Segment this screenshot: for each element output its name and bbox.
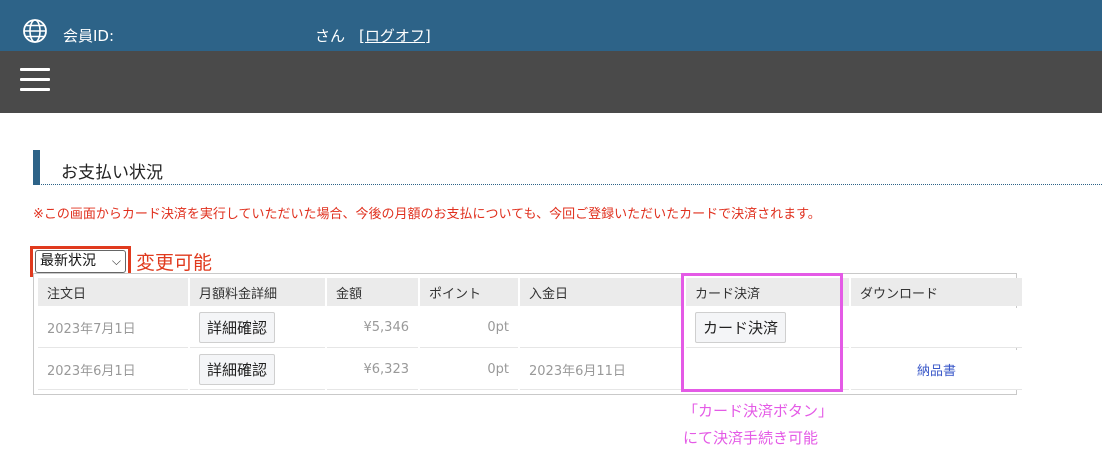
table-row: 2023年6月1日 詳細確認 ¥6,323 0pt 2023年6月11日 納品書 <box>38 350 1022 390</box>
hamburger-menu-icon[interactable] <box>20 68 50 92</box>
navigation-bar <box>0 51 1102 113</box>
points: 0pt <box>420 308 518 348</box>
col-header-points: ポイント <box>420 278 518 306</box>
points: 0pt <box>420 350 518 390</box>
logoff-link[interactable]: [ログオフ] <box>359 25 431 46</box>
download-cell <box>851 308 1022 348</box>
detail-button[interactable]: 詳細確認 <box>199 354 276 385</box>
download-cell: 納品書 <box>851 350 1022 390</box>
filter-annotation: 変更可能 <box>136 252 213 274</box>
col-header-amount: 金額 <box>327 278 418 306</box>
col-header-download: ダウンロード <box>851 278 1022 306</box>
status-filter-value: 最新状況 <box>40 253 96 269</box>
page-title: お支払い状況 <box>61 163 163 183</box>
paid-date: 2023年6月11日 <box>520 350 684 390</box>
top-header-bar: 会員ID: さん [ログオフ] <box>0 0 1102 51</box>
chevron-down-icon: ⌵ <box>111 254 121 268</box>
detail-cell: 詳細確認 <box>190 350 325 390</box>
amount: ¥6,323 <box>327 350 418 390</box>
status-filter-select[interactable]: 最新状況 ⌵ <box>35 250 126 273</box>
payment-notice: ※この画面からカード決済を実行していただいた場合、今後の月額のお支払についても、… <box>33 207 821 222</box>
col-header-order-date: 注文日 <box>38 278 188 306</box>
payment-table: 注文日 月額料金詳細 金額 ポイント 入金日 カード決済 ダウンロード 2023… <box>36 276 1024 392</box>
detail-button[interactable]: 詳細確認 <box>199 312 276 343</box>
invoice-link[interactable]: 納品書 <box>917 364 956 379</box>
globe-icon[interactable] <box>22 18 48 44</box>
order-date: 2023年6月1日 <box>38 350 188 390</box>
card-payment-highlight-box <box>681 273 843 392</box>
annotation-line-1: 「カード決済ボタン」 <box>683 402 834 420</box>
paid-date <box>520 308 684 348</box>
member-name: さん <box>315 27 346 45</box>
order-date: 2023年7月1日 <box>38 308 188 348</box>
section-header: お支払い状況 <box>33 150 1102 185</box>
col-header-monthly-detail: 月額料金詳細 <box>190 278 325 306</box>
annotation-line-2: にて決済手続き可能 <box>683 429 819 447</box>
member-id-label: 会員ID: <box>63 27 115 45</box>
amount: ¥5,346 <box>327 308 418 348</box>
section-accent-bar <box>33 150 40 185</box>
table-row: 2023年7月1日 詳細確認 ¥5,346 0pt カード決済 <box>38 308 1022 348</box>
col-header-paid-date: 入金日 <box>520 278 684 306</box>
card-payment-annotation: 「カード決済ボタン」 にて決済手続き可能 <box>683 398 833 452</box>
detail-cell: 詳細確認 <box>190 308 325 348</box>
table-header-row: 注文日 月額料金詳細 金額 ポイント 入金日 カード決済 ダウンロード <box>38 278 1022 306</box>
